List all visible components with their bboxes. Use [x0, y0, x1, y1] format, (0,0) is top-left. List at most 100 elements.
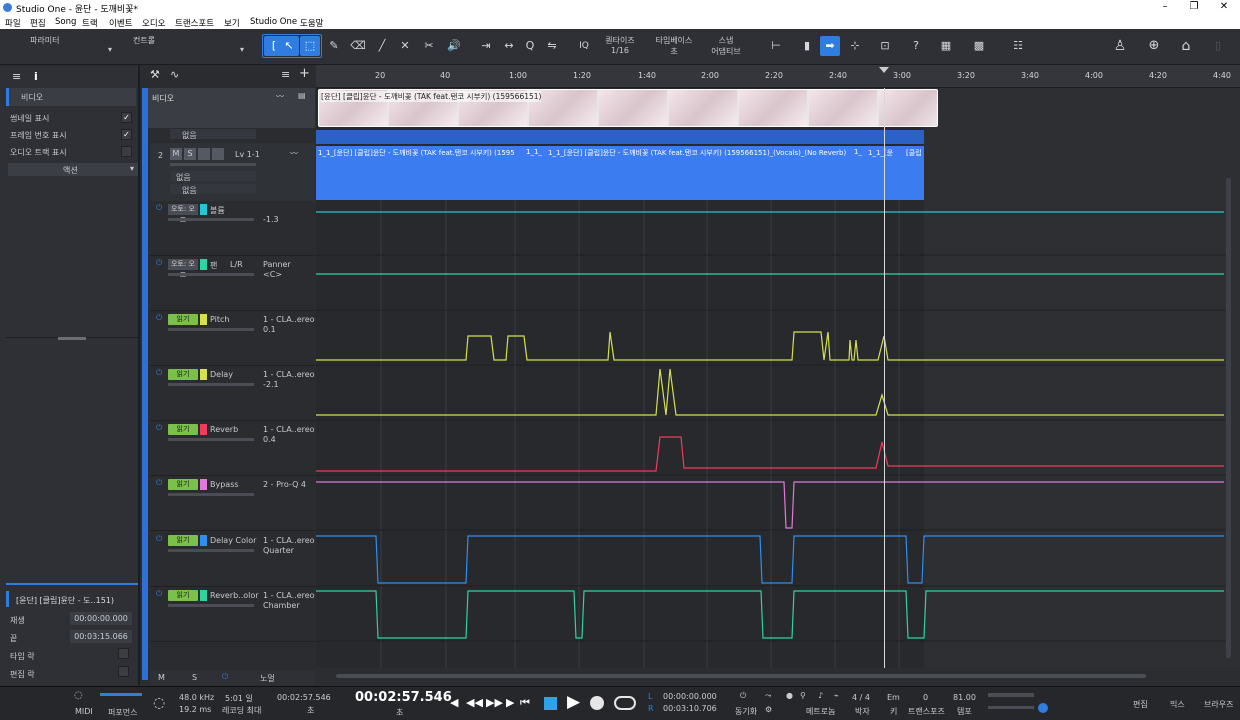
menu-view[interactable]: 보기 — [224, 17, 240, 29]
lane-power-icon[interactable]: ⏻ — [156, 313, 162, 323]
record-transport-button[interactable] — [590, 696, 604, 710]
video-clip[interactable]: [윤단] [클립]윤단 - 도깨비꽃 (TAK feat.탠코 시부키) (15… — [318, 89, 938, 127]
user-icon[interactable]: ♙ — [1110, 36, 1130, 56]
time-signature[interactable]: 4 / 4 — [852, 693, 870, 702]
loop-left-value[interactable]: 00:00:00.000 — [663, 692, 717, 701]
lane-slider[interactable] — [168, 328, 254, 331]
settings-icon[interactable]: ⚙ — [765, 705, 772, 714]
vertical-scrollbar[interactable] — [1226, 178, 1231, 658]
lane-slider[interactable] — [168, 273, 254, 276]
position-unit[interactable]: 초 — [307, 705, 314, 716]
horizontal-scrollbar[interactable] — [336, 674, 1146, 678]
forward-icon[interactable]: ▶▶ — [486, 696, 503, 709]
lane-slider[interactable] — [168, 604, 254, 607]
autoscroll-icon[interactable]: ➡ — [820, 36, 840, 56]
footer-mode[interactable]: 노멀 — [260, 673, 275, 684]
record-button[interactable] — [198, 148, 210, 160]
automation-lane-5[interactable]: ⏻ 읽기 Bypass 2 - Pro-Q 4 — [150, 476, 315, 531]
phone-icon[interactable]: ▯ — [1208, 36, 1228, 56]
automation-lane-4[interactable]: ⏻ 읽기 Reverb 1 - CLA..ereo 0.4 — [150, 421, 315, 476]
mute-tool-icon[interactable]: ✕ — [395, 36, 415, 56]
maximize-button[interactable]: ❐ — [1188, 1, 1200, 12]
sync-icon[interactable]: ⏻ — [740, 691, 746, 701]
master-volume-knob[interactable] — [1038, 703, 1048, 713]
track-waveform-icon[interactable]: 〰 — [290, 148, 298, 159]
play-button[interactable]: ▶ — [567, 692, 580, 712]
stop-button[interactable] — [544, 697, 557, 710]
goto-start-icon[interactable]: ⏮ — [520, 696, 530, 710]
menu-edit[interactable]: 편집 — [30, 17, 46, 29]
audio-clip-1[interactable]: 1_1_[윤단] [클립]윤단 - 도깨비꽃 (TAK feat.탠코 시부키)… — [318, 148, 523, 158]
menu-studio-one[interactable]: Studio One — [250, 17, 297, 27]
loop-right-value[interactable]: 00:03:10.706 — [663, 704, 717, 713]
forward-end-icon[interactable]: ▶ — [506, 696, 514, 709]
menu-audio[interactable]: 오디오 — [142, 17, 165, 29]
param-dropdown-icon[interactable]: ▾ — [108, 45, 112, 54]
loop-button[interactable] — [614, 696, 636, 710]
power-icon[interactable]: ⏻ — [222, 672, 228, 682]
audio-track-header[interactable]: 2 M S Lv 1-1 〰 없음 없음 — [150, 143, 315, 201]
volume-slider[interactable] — [170, 163, 256, 166]
follow-edit-icon[interactable]: ⊹ — [845, 36, 865, 56]
solo-button[interactable]: S — [184, 148, 196, 160]
lane-mode-button[interactable]: 오토: 오프 — [168, 204, 198, 224]
lane-slider[interactable] — [168, 218, 254, 221]
none-dropdown-1[interactable]: 없음 — [170, 129, 256, 140]
footer-solo[interactable]: S — [192, 673, 197, 682]
audio-clip-6[interactable]: [클립 — [906, 148, 922, 158]
master-volume-slider[interactable] — [988, 706, 1034, 709]
video-track-header[interactable]: 비디오 〰 ▤ — [148, 88, 315, 128]
info-icon[interactable]: i — [34, 70, 38, 83]
home-icon[interactable]: ⌂ — [1176, 36, 1196, 56]
automation-lane-2[interactable]: ⏻ 읽기 Pitch 1 - CLA..ereo 0.1 — [150, 311, 315, 366]
snap-value[interactable]: 어댑티브 — [706, 46, 746, 57]
close-button[interactable]: ✕ — [1218, 1, 1230, 12]
add-track-icon[interactable]: + — [299, 66, 310, 81]
show-frame-checkbox[interactable]: ✓ — [121, 129, 132, 140]
listen-tool-icon[interactable]: 🔊 — [444, 36, 464, 56]
action-dropdown[interactable]: 액션 ▾ — [8, 163, 138, 176]
arrow-tool-icon[interactable]: ↖ — [279, 36, 299, 56]
lane-mode-button[interactable]: 읽기 — [168, 535, 198, 546]
layout-icon[interactable]: ☷ — [1008, 36, 1028, 56]
lane-power-icon[interactable]: ⏻ — [156, 478, 162, 488]
transpose-value[interactable]: 0 — [923, 693, 928, 702]
automation-lane-3[interactable]: ⏻ 읽기 Delay 1 - CLA..ereo -2.1 — [150, 366, 315, 421]
eraser-tool-icon[interactable]: ⌫ — [348, 36, 368, 56]
scroll-icon[interactable]: ⇥ — [476, 36, 496, 56]
lane-mode-button[interactable]: 오토: 오프 — [168, 259, 198, 279]
show-audio-checkbox[interactable] — [121, 146, 132, 157]
audio-clip-area[interactable]: 1_1_[윤단] [클립]윤단 - 도깨비꽃 (TAK feat.탠코 시부키)… — [316, 146, 924, 200]
iq-button[interactable]: IQ — [574, 36, 594, 56]
browse-tab[interactable]: 브라우즈 — [1204, 699, 1233, 710]
rewind-start-icon[interactable]: ◀ — [450, 696, 458, 709]
input-dropdown[interactable]: 없음 — [170, 171, 256, 182]
show-thumbnail-checkbox[interactable]: ✓ — [121, 112, 132, 123]
key-value[interactable]: Em — [887, 693, 900, 702]
automation-icon[interactable]: ∿ — [170, 68, 179, 81]
audio-clip-5[interactable]: 1_1_[윤 — [868, 148, 893, 158]
menu-event[interactable]: 이벤트 — [109, 17, 132, 29]
automation-lane-0[interactable]: ⏻ 오토: 오프 볼륨 -1.3 — [150, 201, 315, 256]
screenshot-icon[interactable]: ⊡ — [875, 36, 895, 56]
edit-tab[interactable]: 편집 — [1133, 699, 1148, 710]
lane-slider[interactable] — [168, 493, 254, 496]
lane-mode-button[interactable]: 읽기 — [168, 424, 198, 435]
lane-slider[interactable] — [168, 549, 254, 552]
wrench-icon[interactable]: ⚒ — [150, 68, 160, 81]
lane-mode-button[interactable]: 읽기 — [168, 314, 198, 325]
video-icon[interactable]: ▦ — [936, 36, 956, 56]
help-button[interactable]: ? — [906, 36, 926, 56]
metronome-icon[interactable]: ⚲ — [800, 691, 806, 700]
lane-mode-button[interactable]: 읽기 — [168, 590, 198, 601]
automation-lane-6[interactable]: ⏻ 읽기 Delay Color 1 - CLA..ereo Quarter — [150, 532, 315, 587]
paint-tool-icon[interactable]: ╱ — [372, 36, 392, 56]
lane-power-icon[interactable]: ⏻ — [156, 203, 162, 213]
automation-lane-1[interactable]: ⏻ 오토: 오프 팬 Panner<C> L/R — [150, 256, 315, 311]
timeline-ruler[interactable]: 20 40 1:00 1:20 1:40 2:00 2:20 2:40 3:00 3:20 3:40… — [316, 65, 1240, 88]
waveform-icon[interactable]: 〰 — [276, 91, 284, 102]
lane-power-icon[interactable]: ⏻ — [156, 258, 162, 268]
lane-power-icon[interactable]: ⏻ — [156, 589, 162, 599]
lane-power-icon[interactable]: ⏻ — [156, 368, 162, 378]
menu-help[interactable]: 도움말 — [300, 17, 323, 29]
